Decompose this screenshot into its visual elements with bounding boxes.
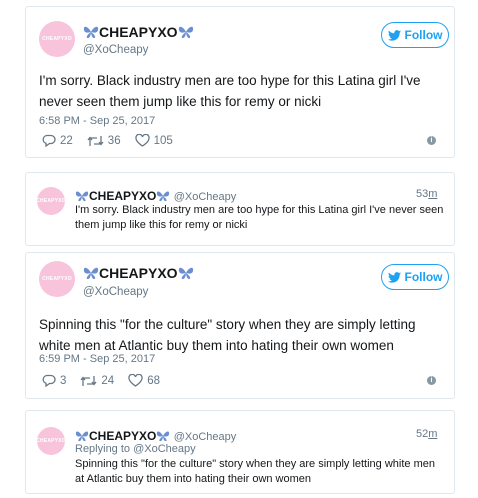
timestamp[interactable]: 6:59 PM - Sep 25, 2017 xyxy=(39,353,155,365)
butterfly-icon xyxy=(178,267,193,279)
tweet-text: I'm sorry. Black industry men are too hy… xyxy=(75,204,444,231)
reply-count: 22 xyxy=(60,134,73,147)
twitter-bird-icon xyxy=(387,29,401,41)
relative-time[interactable]: 53m xyxy=(416,188,437,200)
follow-label: Follow xyxy=(404,270,443,284)
tweet-text: Spinning this "for the culture" story wh… xyxy=(39,317,416,353)
relative-time-unit: m xyxy=(428,428,438,440)
reply-count: 3 xyxy=(60,374,67,387)
like-action[interactable]: 105 xyxy=(134,134,173,147)
retweet-action[interactable]: 24 xyxy=(80,375,114,387)
butterfly-icon xyxy=(157,431,170,442)
tweet-text: I'm sorry. Black industry men are too hy… xyxy=(39,73,421,109)
tweet-actions: 22 36 105 xyxy=(42,134,187,147)
embedded-tweet-card: CHEAPYXO CHEAPYXO @XoCheapy Follow Spinn… xyxy=(25,252,455,399)
heart-icon xyxy=(134,134,150,147)
butterfly-icon xyxy=(178,26,193,38)
retweet-count: 24 xyxy=(101,374,115,387)
avatar[interactable]: CHEAPYXO xyxy=(39,261,75,297)
reply-action[interactable]: 22 xyxy=(42,134,73,147)
relative-time-number: 53 xyxy=(416,188,429,200)
info-icon[interactable]: i xyxy=(427,376,436,385)
user-name[interactable]: CHEAPYXO xyxy=(83,24,194,40)
tweet-actions: 3 24 68 xyxy=(42,374,174,387)
user-handle[interactable]: @XoCheapy xyxy=(174,431,237,443)
timeline-tweet-card: CHEAPYXO CHEAPYXO @XoCheapy 52m Replying… xyxy=(25,410,455,494)
like-action[interactable]: 68 xyxy=(128,374,160,387)
follow-button[interactable]: Follow xyxy=(381,22,449,48)
reply-icon xyxy=(42,134,56,147)
like-count: 105 xyxy=(153,134,173,147)
butterfly-icon xyxy=(83,26,99,38)
user-handle[interactable]: @XoCheapy xyxy=(83,44,148,56)
reply-action[interactable]: 3 xyxy=(42,374,66,387)
user-handle[interactable]: @XoCheapy xyxy=(83,286,148,298)
avatar[interactable]: CHEAPYXO xyxy=(36,187,66,215)
user-name-label: CHEAPYXO xyxy=(99,265,178,281)
replying-to[interactable]: Replying to @XoCheapy xyxy=(75,443,196,455)
relative-time-number: 52 xyxy=(416,428,429,440)
timestamp[interactable]: 6:58 PM - Sep 25, 2017 xyxy=(39,115,155,127)
like-count: 68 xyxy=(147,374,160,387)
user-name[interactable]: CHEAPYXO xyxy=(75,429,174,443)
info-icon[interactable]: i xyxy=(427,136,436,145)
reply-icon xyxy=(42,374,56,387)
butterfly-icon xyxy=(83,267,99,279)
relative-time-unit: m xyxy=(428,188,438,200)
avatar[interactable]: CHEAPYXO xyxy=(36,427,66,455)
butterfly-icon xyxy=(75,191,89,202)
user-name-label: CHEAPYXO xyxy=(89,429,157,443)
follow-button[interactable]: Follow xyxy=(381,264,449,290)
butterfly-icon xyxy=(75,431,89,442)
retweet-count: 36 xyxy=(107,134,121,147)
user-name-label: CHEAPYXO xyxy=(99,24,178,40)
user-name-label: CHEAPYXO xyxy=(89,189,157,203)
butterfly-icon xyxy=(157,191,170,202)
embedded-tweet-card: CHEAPYXO CHEAPYXO @XoCheapy Follow I'm s… xyxy=(25,6,455,158)
user-name[interactable]: CHEAPYXO xyxy=(75,189,174,203)
relative-time[interactable]: 52m xyxy=(416,428,437,440)
twitter-bird-icon xyxy=(387,271,401,283)
user-name[interactable]: CHEAPYXO xyxy=(83,265,194,281)
timeline-tweet-card: CHEAPYXO CHEAPYXO @XoCheapy 53m I'm sorr… xyxy=(25,172,455,246)
avatar[interactable]: CHEAPYXO xyxy=(39,21,75,57)
user-handle[interactable]: @XoCheapy xyxy=(174,191,237,203)
tweet-text: Spinning this "for the culture" story wh… xyxy=(75,458,435,485)
heart-icon xyxy=(128,374,143,387)
retweet-action[interactable]: 36 xyxy=(87,135,121,147)
retweet-icon xyxy=(80,375,97,386)
retweet-icon xyxy=(87,135,104,146)
follow-label: Follow xyxy=(404,28,443,42)
